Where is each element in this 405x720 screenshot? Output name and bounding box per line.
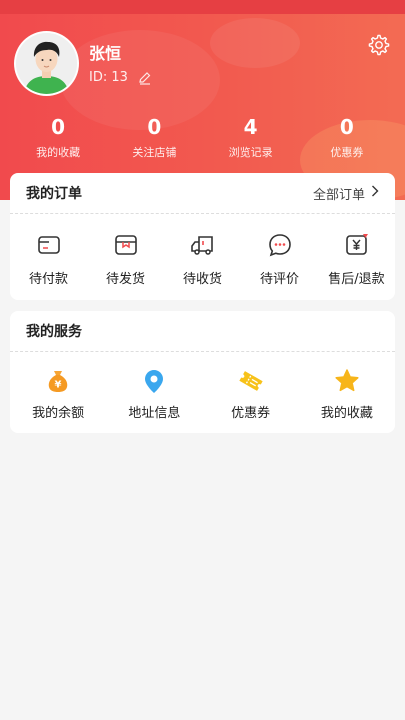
refund-icon <box>344 232 370 258</box>
stat-value: 4 <box>243 115 258 139</box>
service-favorites[interactable]: 我的收藏 <box>299 368 395 421</box>
avatar[interactable] <box>14 31 79 96</box>
order-status-label: 待发货 <box>105 272 145 287</box>
orders-title: 我的订单 <box>26 186 82 202</box>
money-bag-icon: ¥ <box>45 368 71 394</box>
header-decoration <box>210 18 300 68</box>
orders-card: 我的订单 全部订单 待付款 待发货 待收货 待评价 售后/退款 <box>10 173 395 300</box>
user-id-row: ID: 13 <box>89 70 152 85</box>
service-coupons[interactable]: 优惠券 <box>203 368 299 421</box>
order-pending-review[interactable]: 待评价 <box>241 232 318 287</box>
truck-icon <box>190 232 216 258</box>
user-stats: 0 我的收藏 0 关注店铺 4 浏览记录 0 优惠券 <box>10 116 395 162</box>
orders-card-header: 我的订单 全部订单 <box>10 173 395 214</box>
coupon-icon <box>238 368 264 394</box>
header-top-band <box>0 0 405 14</box>
stat-label: 优惠券 <box>330 146 364 159</box>
wallet-icon <box>36 232 62 258</box>
chevron-right-icon <box>371 185 379 201</box>
svg-text:¥: ¥ <box>55 380 62 391</box>
package-icon <box>113 232 139 258</box>
service-label: 优惠券 <box>231 406 271 421</box>
services-card: 我的服务 ¥ 我的余额 地址信息 优惠券 我的收藏 <box>10 311 395 433</box>
stat-label: 关注店铺 <box>132 146 177 159</box>
service-address[interactable]: 地址信息 <box>106 368 202 421</box>
stat-favorites[interactable]: 0 我的收藏 <box>10 116 106 162</box>
profile-page: 张恒 ID: 13 0 我的收藏 0 关注店铺 4 浏览记录 0 优惠券 我的订… <box>0 0 405 720</box>
order-status-label: 待收货 <box>182 272 222 287</box>
stat-coupons[interactable]: 0 优惠券 <box>299 116 395 162</box>
services-grid: ¥ 我的余额 地址信息 优惠券 我的收藏 <box>10 352 395 421</box>
stat-label: 浏览记录 <box>228 146 273 159</box>
service-label: 我的收藏 <box>320 406 373 421</box>
stat-browse-history[interactable]: 4 浏览记录 <box>203 116 299 162</box>
edit-icon[interactable] <box>138 71 152 85</box>
stat-value: 0 <box>339 115 354 139</box>
service-balance[interactable]: ¥ 我的余额 <box>10 368 106 421</box>
services-card-header: 我的服务 <box>10 311 395 352</box>
comment-icon <box>267 232 293 258</box>
order-pending-shipment[interactable]: 待发货 <box>87 232 164 287</box>
order-status-label: 待付款 <box>28 272 68 287</box>
star-icon <box>334 368 360 394</box>
stat-followed-shops[interactable]: 0 关注店铺 <box>106 116 202 162</box>
order-pending-receipt[interactable]: 待收货 <box>164 232 241 287</box>
all-orders-link[interactable]: 全部订单 <box>313 184 379 203</box>
all-orders-label: 全部订单 <box>312 187 365 203</box>
user-id: ID: 13 <box>89 70 128 85</box>
stat-value: 0 <box>51 115 66 139</box>
order-after-sales[interactable]: 售后/退款 <box>318 232 395 287</box>
service-label: 地址信息 <box>128 406 181 421</box>
profile-header: 张恒 ID: 13 0 我的收藏 0 关注店铺 4 浏览记录 0 优惠券 <box>0 0 405 200</box>
avatar-image <box>16 33 77 94</box>
location-pin-icon <box>141 368 167 394</box>
stat-label: 我的收藏 <box>36 146 81 159</box>
order-pending-payment[interactable]: 待付款 <box>10 232 87 287</box>
order-status-label: 售后/退款 <box>328 272 385 287</box>
services-title: 我的服务 <box>26 324 82 340</box>
service-label: 我的余额 <box>32 406 85 421</box>
settings-gear-icon[interactable] <box>368 34 390 56</box>
user-name: 张恒 <box>89 44 122 63</box>
order-status-grid: 待付款 待发货 待收货 待评价 售后/退款 <box>10 214 395 287</box>
order-status-label: 待评价 <box>259 272 299 287</box>
stat-value: 0 <box>147 115 162 139</box>
